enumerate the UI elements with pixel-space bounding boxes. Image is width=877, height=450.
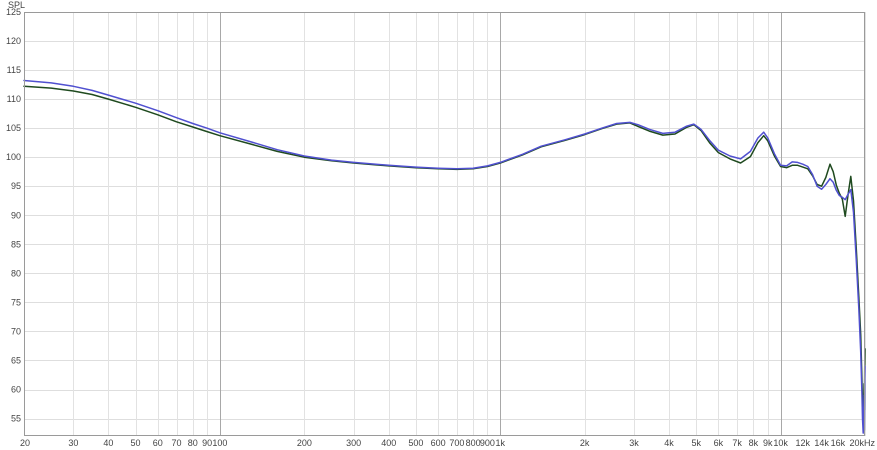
y-tick-label: 75 xyxy=(11,297,21,307)
x-tick-label: 20 xyxy=(20,438,30,448)
y-tick-label: 60 xyxy=(11,385,21,395)
y-tick-label: 65 xyxy=(11,355,21,365)
y-tick-label: 80 xyxy=(11,268,21,278)
x-tick-label: 400 xyxy=(381,438,396,448)
x-tick-label: 700 xyxy=(449,438,464,448)
x-tick-label: 14k xyxy=(814,438,829,448)
x-tick-label: 3k xyxy=(629,438,639,448)
x-tick-label: 1k xyxy=(496,438,506,448)
y-tick-label: 105 xyxy=(6,123,21,133)
x-tick-label: 90 xyxy=(202,438,212,448)
y-tick-label: 85 xyxy=(11,239,21,249)
y-tick-label: 55 xyxy=(11,414,21,424)
frequency-response-chart: 556065707580859095100105110115120125 20 3… xyxy=(6,0,876,448)
x-tick-label: 7k xyxy=(732,438,742,448)
x-tick-label: 10k xyxy=(773,438,788,448)
x-tick-label: 30 xyxy=(68,438,78,448)
x-tick-label: 300 xyxy=(346,438,361,448)
x-tick-label: 16k xyxy=(831,438,846,448)
x-tick-label: 6k xyxy=(714,438,724,448)
x-tick-label: 40 xyxy=(103,438,113,448)
x-tick-label: 5k xyxy=(691,438,701,448)
x-tick-label: 80 xyxy=(188,438,198,448)
x-tick-label: 800 xyxy=(466,438,481,448)
y-tick-label: 95 xyxy=(11,181,21,191)
x-axis-labels: 20 30 40 50 60 70 80 90 100 200 300 400 500 600 700 800… xyxy=(20,438,875,448)
x-tick-label: 12k xyxy=(796,438,811,448)
x-tick-label: 200 xyxy=(297,438,312,448)
x-tick-label: 9k xyxy=(763,438,773,448)
x-tick-label: 8k xyxy=(749,438,759,448)
x-tick-label: 900 xyxy=(480,438,495,448)
y-tick-label: 90 xyxy=(11,210,21,220)
x-tick-label: 2k xyxy=(580,438,590,448)
y-tick-label: 110 xyxy=(7,94,21,104)
y-tick-label: 115 xyxy=(7,65,21,75)
x-tick-label: 60 xyxy=(153,438,163,448)
x-tick-label: 20kHz xyxy=(849,438,875,448)
y-tick-label: 120 xyxy=(6,36,21,46)
x-tick-label: 100 xyxy=(212,438,227,448)
y-axis-title: SPL xyxy=(8,0,25,10)
y-axis-labels: 556065707580859095100105110115120125 xyxy=(6,7,21,424)
y-tick-label: 100 xyxy=(6,152,21,162)
x-tick-label: 4k xyxy=(664,438,674,448)
x-tick-label: 500 xyxy=(408,438,423,448)
plot-background xyxy=(24,12,865,436)
x-tick-label: 70 xyxy=(172,438,182,448)
x-tick-label: 50 xyxy=(131,438,141,448)
y-tick-label: 70 xyxy=(11,326,21,336)
x-tick-label: 600 xyxy=(431,438,446,448)
